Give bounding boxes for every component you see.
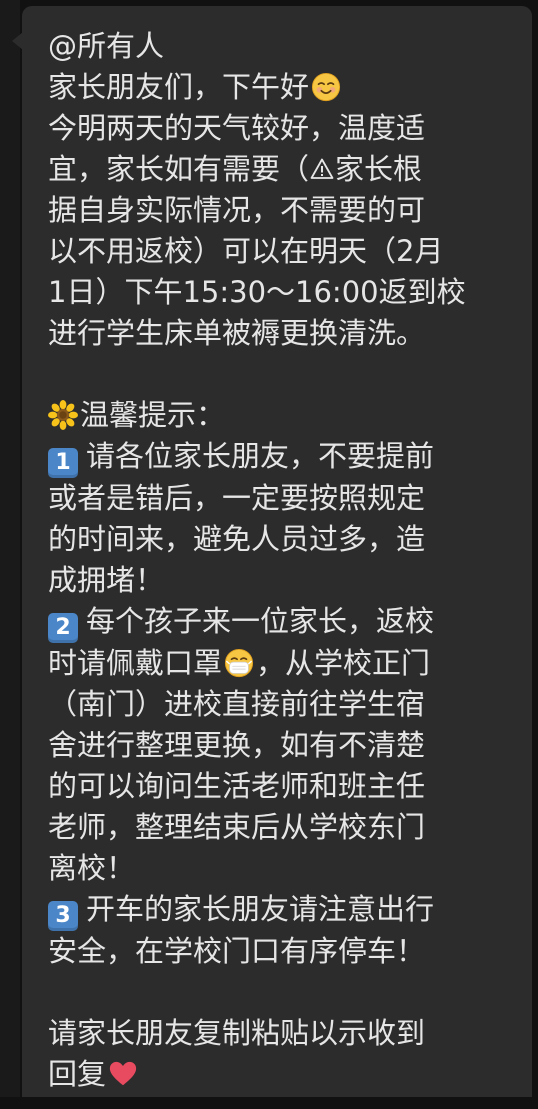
text-line: 的时间来，避免人员过多，造 [48,522,426,556]
text-line: 请家长朋友复制粘贴以示收到 [48,1016,426,1050]
greeting-line: 家长朋友们，下午好 [48,67,516,108]
warning-icon [310,158,334,179]
text-line: 安全，在学校门口有序停车！ [48,934,426,968]
tip-3-line: 3 开车的家长朋友请注意出行 [48,889,516,931]
text-line: 或者是错后，一定要按照规定 [48,481,426,515]
message-bubble[interactable]: @所有人 家长朋友们，下午好 今明两天的天气较好，温度适 宜，家长如有需要（ 家长… [22,6,532,1109]
text-line: 以不用返校）可以在明天（2月 [48,234,444,268]
text-line: 的可以询问生活老师和班主任 [48,769,426,803]
keycap-2-icon: 2 [48,613,78,643]
tip-1-line: 1 请各位家长朋友，不要提前 [48,436,516,478]
text-line: 据自身实际情况，不需要的可 [48,193,426,227]
sunflower-emoji-icon [48,400,78,430]
chat-left-gutter [0,0,20,1109]
keycap-1-icon: 1 [48,448,78,478]
face-with-mask-emoji-icon [224,648,254,678]
mention-all[interactable]: @所有人 [48,29,164,63]
mention-line: @所有人 [48,26,516,67]
text-line: 舍进行整理更换，如有不清楚 [48,728,426,762]
chat-screen: @所有人 家长朋友们，下午好 今明两天的天气较好，温度适 宜，家长如有需要（ 家长… [0,0,538,1109]
text-line: 离校！ [48,851,136,885]
text-line: 老师，整理结束后从学校东门 [48,810,426,844]
text-line: （南门）进校直接前往学生宿 [48,687,426,721]
tips-title-line: 温馨提示： [48,395,516,436]
text-line: 进行学生床单被褥更换清洗。 [48,316,426,350]
tip-2-line: 2 每个孩子来一位家长，返校 [48,601,516,643]
text-line: 1日）下午15:30～16:00返到校 [48,275,466,309]
red-heart-emoji-icon [109,1061,137,1086]
text-line: 成拥堵！ [48,563,165,597]
bottom-edge [0,1097,538,1109]
text-line: 宜，家长如有需要（ 家长根 [48,152,423,186]
text-line: 时请佩戴口罩 ，从学校正门 [48,646,431,680]
relieved-smile-emoji-icon [311,72,341,102]
text-line: 今明两天的天气较好，温度适 [48,111,426,145]
keycap-3-icon: 3 [48,901,78,931]
closing-line: 回复 [48,1054,516,1095]
message-text: @所有人 家长朋友们，下午好 今明两天的天气较好，温度适 宜，家长如有需要（ 家长… [48,26,516,1095]
